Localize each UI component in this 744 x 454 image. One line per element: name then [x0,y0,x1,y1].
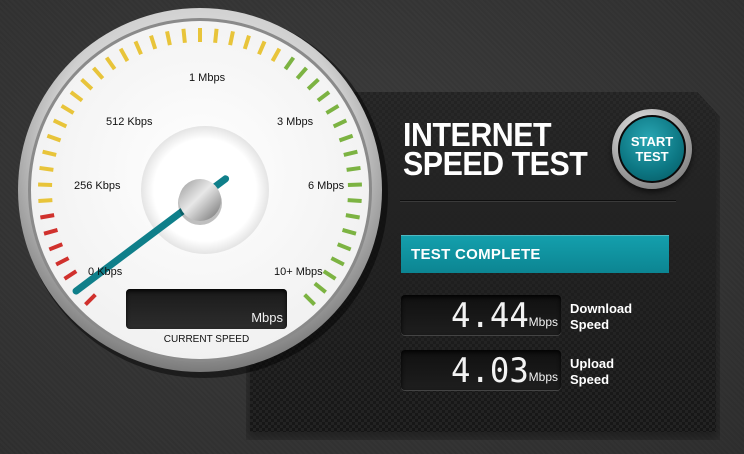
gauge-hub [179,179,221,221]
gauge-tick [165,30,172,46]
gauge-tick [345,213,360,220]
scale-label-256kbps: 256 Kbps [74,180,121,192]
scale-label-3mbps: 3 Mbps [277,116,314,128]
current-speed-label: CURRENT SPEED [163,334,250,345]
scale-label-6mbps: 6 Mbps [308,180,345,192]
gauge-tick [213,28,219,43]
gauge-tick [38,198,53,204]
gauge-tick [40,213,55,220]
speed-gauge [18,8,388,378]
gauge-tick [347,198,362,204]
gauge-tick [39,165,54,172]
current-speed-display: Mbps [126,289,287,329]
scale-label-0kbps: 0 Kbps [88,266,123,278]
current-speed-unit: Mbps [251,310,283,325]
scale-label-512kbps: 512 Kbps [106,116,153,128]
scale-label-1mbps: 1 Mbps [189,72,226,84]
scale-label-10mbps: 10+ Mbps [274,266,323,278]
gauge-tick [228,30,235,46]
gauge-tick [346,165,361,172]
gauge-tick [181,28,187,43]
